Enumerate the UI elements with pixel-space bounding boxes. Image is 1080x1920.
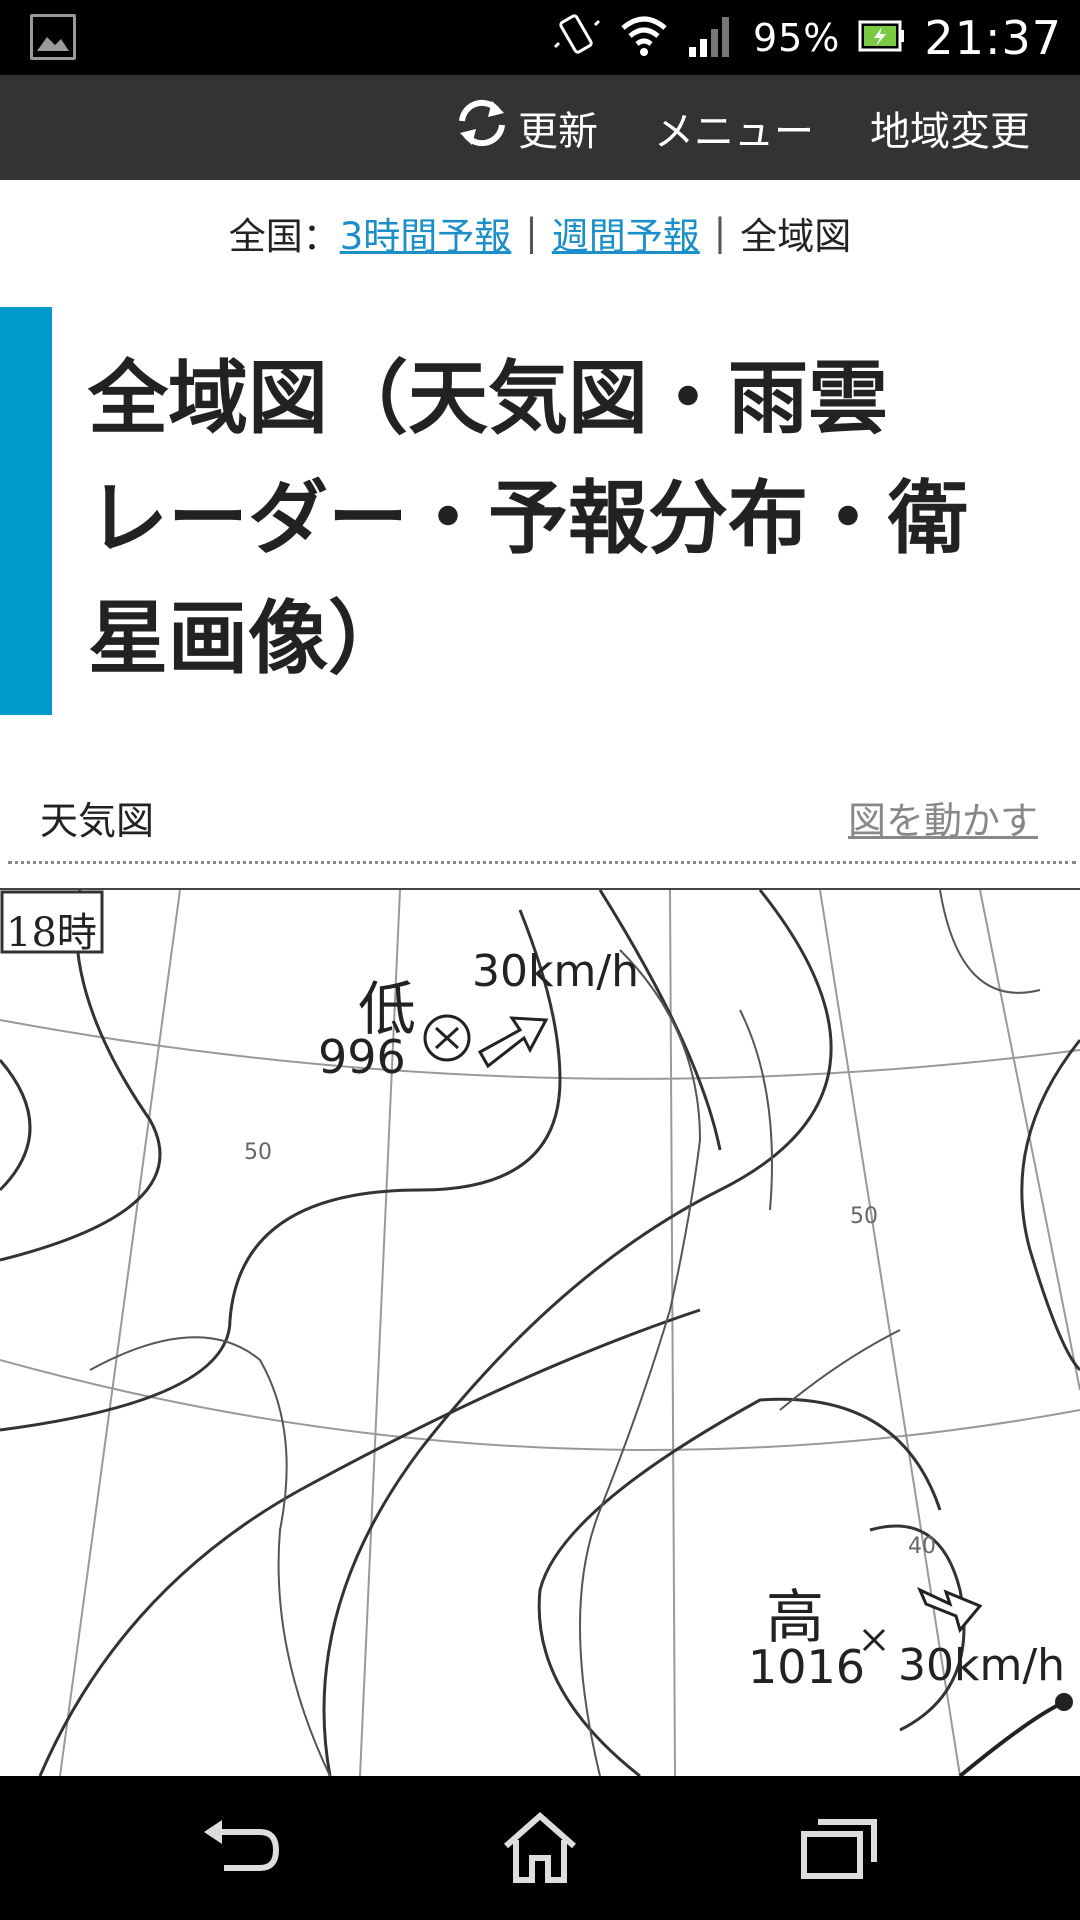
move-map-link[interactable]: 図を動かす [848,790,1038,845]
section-label: 天気図 [40,799,155,843]
three-hour-forecast-link[interactable]: 3時間予報 [340,206,512,260]
title-accent-bar [0,307,52,715]
map-time-label: 18時 [6,910,97,956]
breadcrumb: 全国： 3時間予報 | 週間予報 | 全域図 [0,180,1080,285]
recent-apps-icon[interactable] [800,1814,880,1886]
back-icon[interactable] [200,1816,280,1884]
action-bar: 更新 メニュー 地域変更 [0,75,1080,180]
latitude-label: 40 [908,1534,936,1559]
page-title-line: レーダー・予報分布・衛 [88,472,968,565]
breadcrumb-separator: | [713,211,727,254]
gallery-notification-icon [30,14,76,60]
weather-map-section-header: 天気図 図を動かす [0,780,1080,860]
high-pressure-value: 1016 [748,1640,866,1694]
battery-charging-icon [858,18,906,58]
navigation-bar [0,1776,1080,1920]
weekly-forecast-link[interactable]: 週間予報 [552,206,700,260]
signal-icon [687,15,735,61]
menu-button[interactable]: メニュー [654,99,814,157]
status-clock: 21:37 [924,10,1062,65]
region-change-button[interactable]: 地域変更 [870,99,1030,157]
breadcrumb-current: 全域図 [740,214,852,258]
latitude-label: 50 [850,1204,878,1229]
home-icon[interactable] [500,1810,580,1888]
low-pressure-value: 996 [318,1030,406,1084]
page-title: 全域図（天気図・雨雲 レーダー・予報分布・衛 星画像） [88,339,1038,699]
breadcrumb-separator: | [525,211,538,254]
latitude-label: 50 [244,1140,272,1165]
refresh-button[interactable]: 更新 [452,95,598,161]
wifi-icon [619,14,669,62]
refresh-icon [452,95,512,161]
low-pressure-speed: 30km/h [472,946,640,997]
refresh-label: 更新 [518,108,598,155]
page-title-block: 全域図（天気図・雨雲 レーダー・予報分布・衛 星画像） [0,307,1080,715]
status-bar: 95% 21:37 [0,0,1080,75]
breadcrumb-prefix: 全国： [228,214,340,258]
high-pressure-speed: 30km/h [898,1640,1066,1691]
weather-map[interactable]: 18時 低 996 30km/h 高 1016 30km/h 50 50 40 [0,888,1080,1778]
battery-percent: 95% [752,15,841,60]
page-title-line: 全域図（天気図・雨雲 [88,352,888,445]
page-title-line: 星画像） [88,592,408,685]
dotted-divider [8,861,1076,864]
vibrate-icon [551,11,601,65]
